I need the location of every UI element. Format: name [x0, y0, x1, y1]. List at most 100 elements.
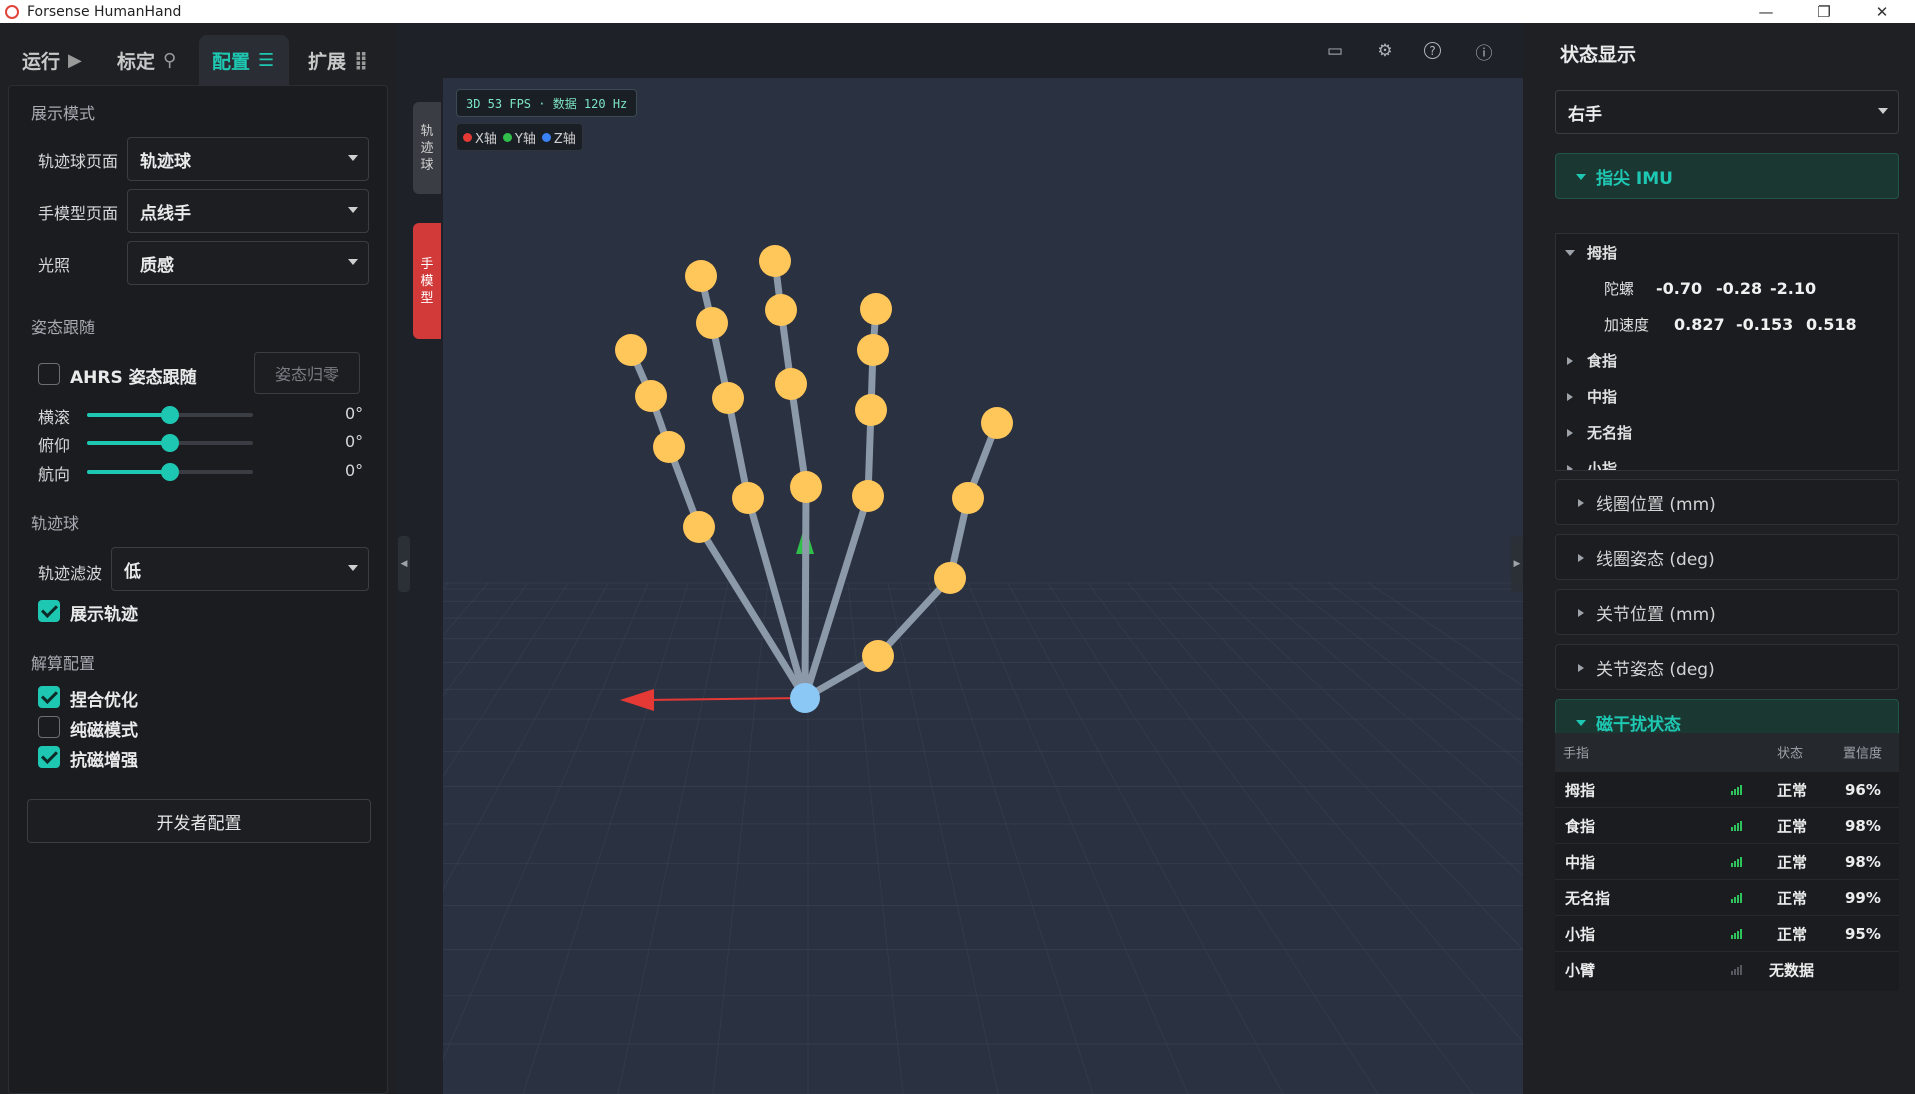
- hand-side-select[interactable]: 右手: [1555, 90, 1899, 134]
- pitch-slider-handle[interactable]: [161, 434, 179, 452]
- finger-name: 中指: [1565, 853, 1596, 871]
- lighting-select[interactable]: 质感: [127, 241, 369, 285]
- tab-hand-model-view[interactable]: 手 模 型: [413, 223, 441, 339]
- accel-x: 0.827: [1674, 314, 1725, 334]
- roll-slider[interactable]: [87, 406, 253, 424]
- yaw-slider[interactable]: [87, 463, 253, 481]
- gyro-label: 陀螺: [1604, 279, 1635, 298]
- ahrs-checkbox[interactable]: [38, 363, 60, 385]
- tree-row-middle[interactable]: 中指: [1556, 378, 1898, 414]
- signal-bars-icon: [1731, 784, 1745, 795]
- chevron-down-icon: [348, 207, 358, 213]
- signal-bars-icon: [1731, 928, 1745, 939]
- collapse-right-panel-button[interactable]: ▶: [1511, 536, 1523, 592]
- finger-confidence: 95%: [1845, 924, 1881, 943]
- pure-magnetic-checkbox[interactable]: [38, 716, 60, 738]
- coil-attitude-accordion[interactable]: 线圈姿态 (deg): [1555, 534, 1899, 580]
- window-title: Forsense HumanHand: [27, 3, 182, 20]
- joint-node: [685, 260, 717, 292]
- tree-row-thumb[interactable]: 拇指: [1556, 234, 1898, 270]
- finger-confidence: 98%: [1845, 852, 1881, 871]
- trace-filter-select[interactable]: 低: [111, 547, 369, 591]
- help-icon[interactable]: ?: [1424, 42, 1441, 59]
- chevron-left-icon: ◀: [400, 559, 408, 569]
- bone-segment: [744, 494, 809, 702]
- ring-label: 无名指: [1587, 423, 1633, 442]
- coil-position-accordion[interactable]: 线圈位置 (mm): [1555, 479, 1899, 525]
- imu-accordion-header[interactable]: 指尖 IMU: [1555, 153, 1899, 199]
- yaw-slider-handle[interactable]: [161, 463, 179, 481]
- finger-confidence: 96%: [1845, 780, 1881, 799]
- table-row: 小臂 无数据: [1555, 951, 1899, 987]
- signal-bars-icon: [1731, 964, 1745, 975]
- tab-run[interactable]: 运行 ▶: [22, 35, 98, 85]
- chevron-right-icon: [1578, 554, 1584, 562]
- roll-slider-handle[interactable]: [161, 406, 179, 424]
- anti-magnetic-checkbox[interactable]: [38, 746, 60, 768]
- coil-attitude-label: 线圈姿态 (deg): [1596, 549, 1715, 570]
- tree-row-index[interactable]: 食指: [1556, 342, 1898, 378]
- yaw-value: 0°: [345, 461, 364, 480]
- joint-node: [775, 368, 807, 400]
- screen-record-icon[interactable]: ▭: [1324, 40, 1346, 62]
- close-button[interactable]: ✕: [1853, 0, 1911, 23]
- ahrs-label: AHRS 姿态跟随: [70, 368, 197, 388]
- joint-position-accordion[interactable]: 关节位置 (mm): [1555, 589, 1899, 635]
- grid-line: [712, 582, 769, 1094]
- grid-line: [1367, 582, 1523, 687]
- pitch-slider[interactable]: [87, 434, 253, 452]
- hand-side-value: 右手: [1568, 104, 1602, 125]
- grid-line: [1047, 582, 1379, 1094]
- info-icon[interactable]: ⓘ: [1473, 40, 1495, 64]
- tree-row-pinky[interactable]: 小指: [1556, 450, 1898, 470]
- sliders-icon: ☰: [258, 49, 275, 71]
- tab-extend[interactable]: 扩展 ⣿: [308, 35, 388, 85]
- app-logo-icon: [5, 4, 19, 19]
- finger-state: 正常: [1777, 781, 1808, 799]
- index-label: 食指: [1587, 351, 1618, 370]
- finger-state: 无数据: [1769, 961, 1815, 979]
- roll-label: 横滚: [38, 408, 71, 427]
- play-circle-icon: ▶: [68, 49, 82, 71]
- gear-icon[interactable]: ⚙: [1374, 40, 1396, 62]
- col-state: 状态: [1777, 746, 1804, 762]
- left-panel: 运行 ▶ 标定 ⚲ 配置 ☰ 扩展 ⣿ 展示模式 轨迹球页面 轨迹球 手模型页面…: [0, 23, 396, 1094]
- joint-node: [855, 394, 887, 426]
- tab-calibrate-label: 标定: [117, 50, 156, 73]
- tree-row-ring[interactable]: 无名指: [1556, 414, 1898, 450]
- grid-line: [887, 582, 999, 1094]
- chevron-down-icon: [348, 565, 358, 571]
- hand-model-page-value: 点线手: [140, 203, 191, 224]
- maximize-button[interactable]: ❐: [1795, 0, 1853, 23]
- finger-confidence: 99%: [1845, 888, 1881, 907]
- pose-reset-button[interactable]: 姿态归零: [254, 352, 360, 394]
- tab-config[interactable]: 配置 ☰: [199, 35, 289, 85]
- grid-line: [1327, 582, 1523, 723]
- hand-model-page-select[interactable]: 点线手: [127, 189, 369, 233]
- finger-name: 拇指: [1565, 781, 1596, 799]
- chevron-right-icon: [1567, 393, 1573, 401]
- viewport-toolbar: ▭ ⚙ ? ⓘ: [396, 23, 1523, 78]
- joint-node: [683, 511, 715, 543]
- section-solver: 解算配置: [31, 654, 96, 673]
- hand-scene[interactable]: [396, 23, 1523, 1094]
- table-row: 食指 正常 98%: [1555, 807, 1899, 843]
- grid-line: [1167, 582, 1523, 951]
- trackball-page-select[interactable]: 轨迹球: [127, 137, 369, 181]
- tab-calibrate[interactable]: 标定 ⚲: [117, 35, 189, 85]
- x-axis-label: X轴: [475, 131, 497, 147]
- x-axis-line: [645, 697, 806, 701]
- viewport-3d[interactable]: ▭ ⚙ ? ⓘ 轨 迹 球 手 模 型 ◀ ▶ 3D 53 FPS · 数据 1…: [396, 23, 1523, 1094]
- developer-config-button[interactable]: 开发者配置: [27, 799, 371, 843]
- minimize-button[interactable]: —: [1737, 0, 1795, 23]
- finger-state: 正常: [1777, 925, 1808, 943]
- pinch-optimize-checkbox[interactable]: [38, 686, 60, 708]
- collapse-left-panel-button[interactable]: ◀: [398, 536, 410, 592]
- tab-trackball-view[interactable]: 轨 迹 球: [413, 102, 441, 194]
- joint-attitude-accordion[interactable]: 关节姿态 (deg): [1555, 644, 1899, 690]
- trace-filter-label: 轨迹滤波: [38, 564, 103, 583]
- show-trace-checkbox[interactable]: [38, 600, 60, 622]
- mag-interference-label: 磁干扰状态: [1596, 714, 1681, 735]
- status-title: 状态显示: [1560, 44, 1637, 66]
- joint-node: [852, 480, 884, 512]
